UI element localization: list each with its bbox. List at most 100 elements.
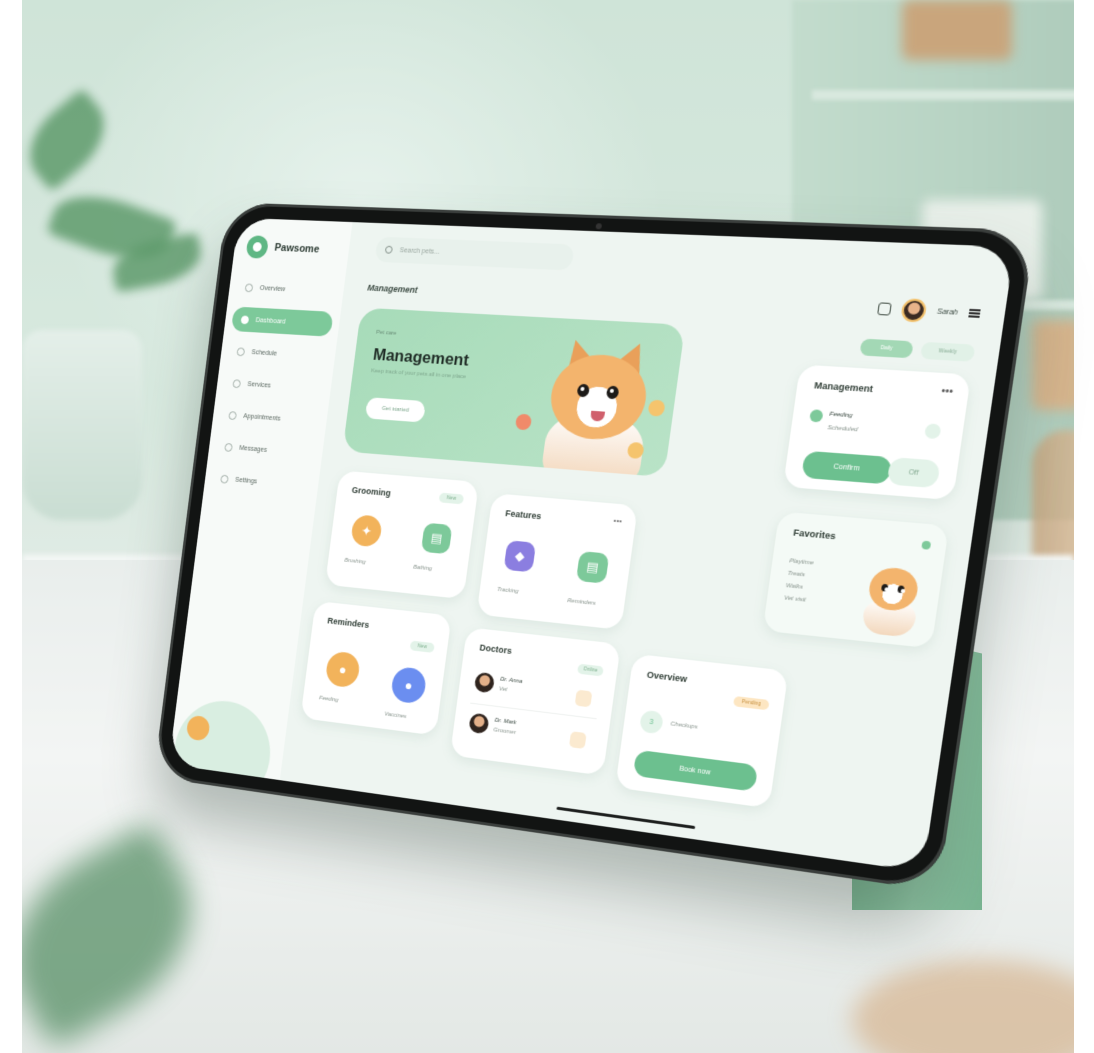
- calendar-icon: [236, 347, 245, 356]
- header-actions: Sarah: [877, 297, 982, 325]
- status-badge: Pending: [733, 696, 770, 710]
- sidebar-item-label: Overview: [259, 285, 285, 293]
- features-card: Features ••• ◆ ▤ Tracking Reminders: [476, 493, 638, 630]
- favorite-line: Treats: [787, 571, 805, 579]
- sidebar-item-label: Dashboard: [255, 317, 286, 325]
- chat-icon: [224, 442, 233, 451]
- brand-logo[interactable]: Pawsome: [245, 235, 320, 261]
- filter-daily[interactable]: Daily: [859, 339, 913, 359]
- doctors-card: Doctors Online Dr. Anna Vet Dr. Mark Gro…: [450, 627, 621, 775]
- management-item: Feeding: [829, 412, 853, 420]
- grooming-card: Grooming New ✦ ▤ Brushing Bathing: [325, 470, 479, 599]
- doctor-role: Vet: [498, 686, 507, 693]
- cat-illustration: [532, 338, 667, 476]
- camera: [595, 223, 602, 229]
- kitten-illustration: [854, 559, 930, 639]
- sidebar-item-overview[interactable]: Overview: [235, 275, 338, 305]
- sidebar-item-services[interactable]: Services: [223, 370, 325, 401]
- filter-weekly[interactable]: Weekly: [920, 342, 975, 362]
- briefcase-icon: [232, 379, 241, 388]
- status-dot: [921, 541, 931, 550]
- overview-card: Overview Pending 3 Checkups Book now: [615, 654, 788, 809]
- bowl-icon: ●: [325, 650, 362, 688]
- management-card: Management ••• Feeding Scheduled Confirm…: [783, 365, 971, 501]
- status-badge: Online: [577, 664, 604, 677]
- shield-icon: ◆: [504, 540, 537, 572]
- sidebar-item-label: Appointments: [243, 413, 281, 422]
- hero-eyebrow: Pet care: [376, 330, 397, 337]
- shelf-item: [1032, 320, 1074, 410]
- sidebar-item-label: Settings: [235, 476, 258, 484]
- gear-icon: [220, 474, 229, 483]
- card-caption: Reminders: [567, 598, 596, 607]
- status-badge: New: [439, 493, 464, 505]
- filter-pills: Daily Weekly: [859, 339, 975, 362]
- toggle-off[interactable]: Off: [887, 457, 941, 488]
- doctor-role: Groomer: [493, 727, 516, 736]
- more-icon[interactable]: •••: [940, 386, 953, 398]
- shelf-board: [812, 90, 1074, 100]
- sidebar-item-label: Schedule: [251, 349, 277, 357]
- notification-icon[interactable]: [877, 302, 892, 315]
- card-caption: Bathing: [413, 565, 432, 573]
- confirm-button[interactable]: Confirm: [801, 451, 892, 485]
- calendar-icon[interactable]: [569, 731, 587, 749]
- clock-icon: [228, 411, 237, 420]
- card-title: Reminders: [327, 616, 370, 630]
- menu-icon[interactable]: [968, 309, 980, 318]
- grid-icon: [241, 315, 250, 324]
- cat-face-icon: ●: [390, 666, 428, 705]
- tablet-screen: Pawsome Overview Dashboard Schedule Serv…: [169, 218, 1015, 872]
- sidebar-nav: Overview Dashboard Schedule Services App…: [210, 275, 338, 507]
- tablet-device: Pawsome Overview Dashboard Schedule Serv…: [153, 202, 1035, 891]
- card-caption: Tracking: [497, 587, 519, 595]
- card-title: Features: [505, 508, 542, 521]
- more-icon[interactable]: •••: [613, 516, 623, 526]
- check-icon: [809, 409, 823, 422]
- calendar-icon[interactable]: [575, 690, 593, 708]
- heart-icon: [515, 414, 532, 431]
- doctor-name: Dr. Mark: [494, 718, 516, 727]
- reminders-card: Reminders New ● ● Feeding Vaccines: [300, 601, 451, 736]
- card-caption: Brushing: [344, 558, 366, 566]
- hero-cta-button[interactable]: Get started: [365, 397, 426, 422]
- document-icon: ▤: [421, 523, 453, 555]
- doctor-avatar[interactable]: [468, 713, 489, 735]
- user-avatar[interactable]: [900, 298, 927, 322]
- book-now-button[interactable]: Book now: [633, 750, 758, 792]
- search-icon: [385, 246, 393, 254]
- favorite-line: Walks: [785, 583, 803, 591]
- status-badge: New: [410, 641, 435, 653]
- doctor-name: Dr. Anna: [500, 677, 523, 686]
- card-caption: Feeding: [319, 695, 339, 703]
- doctor-avatar[interactable]: [474, 672, 495, 694]
- search-bar[interactable]: Search pets...: [374, 237, 574, 271]
- card-caption: Vaccines: [384, 711, 407, 720]
- sidebar-item-messages[interactable]: Messages: [215, 434, 317, 466]
- step-counter: 3: [639, 710, 664, 735]
- sidebar-item-appointments[interactable]: Appointments: [219, 402, 321, 434]
- step-label: Checkups: [670, 721, 698, 730]
- card-title: Favorites: [793, 527, 837, 541]
- card-title: Grooming: [351, 485, 391, 498]
- home-indicator: [556, 807, 695, 829]
- list-icon: ▤: [576, 551, 609, 584]
- home-icon: [245, 283, 254, 292]
- hero-title: Management: [372, 345, 470, 370]
- dog-icon: ✦: [350, 514, 383, 547]
- page-title: Management: [367, 283, 418, 295]
- management-item-sub: Scheduled: [827, 425, 858, 433]
- arrow-icon[interactable]: [924, 423, 942, 439]
- sidebar-item-schedule[interactable]: Schedule: [227, 338, 330, 369]
- sidebar-item-label: Messages: [239, 445, 267, 454]
- user-name[interactable]: Sarah: [937, 308, 959, 316]
- search-placeholder: Search pets...: [399, 247, 440, 255]
- sidebar-item-settings[interactable]: Settings: [211, 466, 313, 499]
- paw-icon: [245, 235, 269, 259]
- card-title: Overview: [646, 670, 688, 685]
- card-title: Doctors: [479, 643, 512, 656]
- hero-subtitle: Keep track of your pets all in one place: [371, 368, 467, 380]
- cat-eye: [881, 584, 889, 592]
- card-title: Management: [814, 380, 874, 394]
- sidebar-item-dashboard[interactable]: Dashboard: [231, 306, 334, 336]
